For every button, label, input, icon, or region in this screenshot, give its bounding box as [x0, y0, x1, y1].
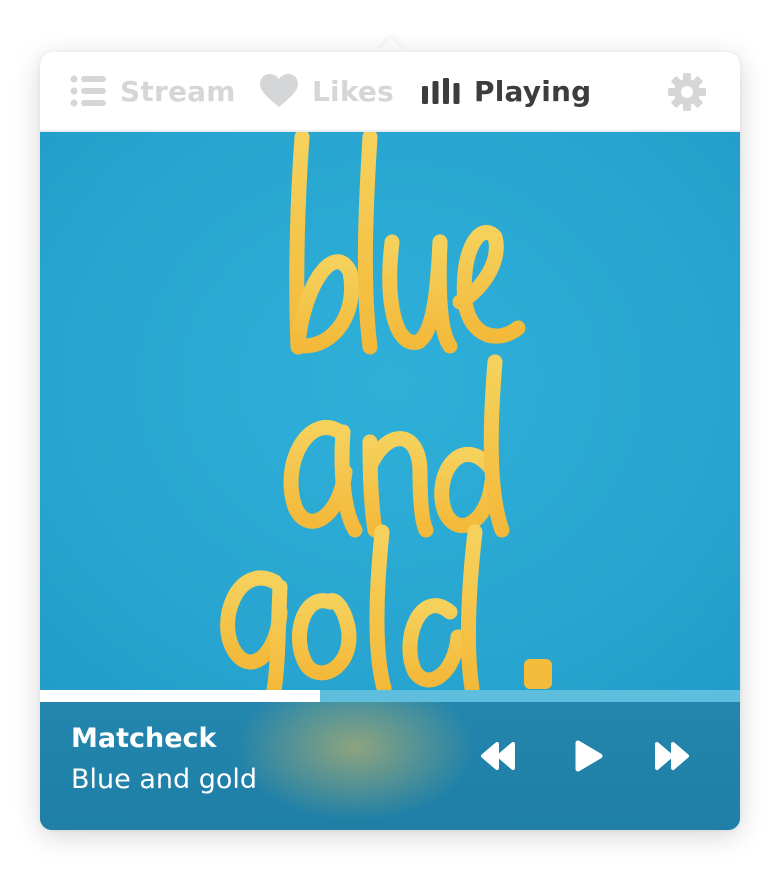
progress-fill: [40, 690, 320, 702]
play-button[interactable]: [569, 738, 609, 778]
next-button[interactable]: [652, 740, 692, 776]
tab-bar: Stream Likes Playing: [40, 52, 740, 132]
track-title: Blue and gold: [71, 764, 258, 795]
player-panel: Stream Likes Playing Matcheck Blue and g…: [40, 52, 740, 830]
previous-button[interactable]: [478, 740, 518, 776]
artwork-glow: [235, 702, 475, 822]
play-icon: [574, 739, 604, 777]
tab-stream-label: Stream: [120, 74, 236, 108]
bars-icon: [422, 78, 460, 104]
tab-stream[interactable]: Stream: [70, 74, 236, 108]
progress-bar[interactable]: [40, 690, 740, 702]
tab-playing-label: Playing: [474, 74, 592, 108]
artist-name: Matcheck: [71, 723, 217, 754]
now-playing-bar: Matcheck Blue and gold: [40, 702, 740, 830]
heart-icon: [260, 74, 298, 108]
tab-playing[interactable]: Playing: [422, 75, 591, 108]
tab-likes-label: Likes: [312, 74, 394, 108]
rewind-icon: [480, 741, 516, 775]
fast-forward-icon: [654, 741, 690, 775]
list-icon: [70, 74, 106, 108]
gear-icon[interactable]: [667, 72, 707, 116]
tab-likes[interactable]: Likes: [260, 74, 394, 108]
album-lettering: [220, 132, 552, 690]
album-artwork: [40, 132, 740, 690]
